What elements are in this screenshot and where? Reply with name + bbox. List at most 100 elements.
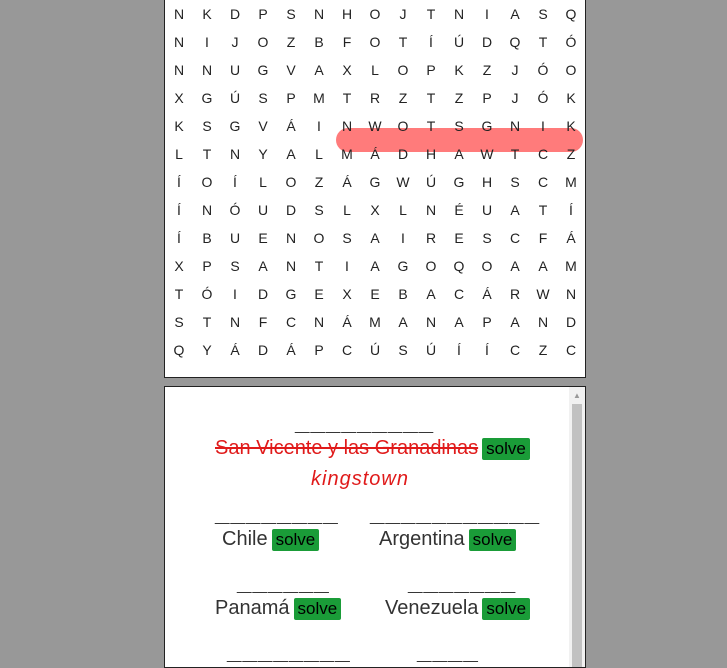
grid-letter-cell[interactable]: C bbox=[529, 168, 557, 196]
grid-letter-cell[interactable]: H bbox=[417, 140, 445, 168]
grid-letter-cell[interactable]: K bbox=[193, 0, 221, 28]
grid-letter-cell[interactable]: T bbox=[529, 196, 557, 224]
grid-letter-cell[interactable]: O bbox=[417, 252, 445, 280]
grid-letter-cell[interactable]: C bbox=[501, 224, 529, 252]
grid-letter-cell[interactable]: S bbox=[165, 308, 193, 336]
grid-letter-cell[interactable]: I bbox=[473, 0, 501, 28]
grid-letter-cell[interactable]: Ó bbox=[529, 56, 557, 84]
grid-letter-cell[interactable]: N bbox=[333, 112, 361, 140]
grid-letter-cell[interactable]: P bbox=[193, 252, 221, 280]
grid-letter-cell[interactable]: S bbox=[389, 336, 417, 364]
grid-letter-cell[interactable]: A bbox=[249, 252, 277, 280]
grid-letter-cell[interactable]: S bbox=[249, 84, 277, 112]
grid-letter-cell[interactable]: H bbox=[473, 168, 501, 196]
grid-letter-cell[interactable]: O bbox=[305, 224, 333, 252]
grid-letter-cell[interactable]: N bbox=[417, 308, 445, 336]
grid-letter-cell[interactable]: U bbox=[221, 224, 249, 252]
solve-button[interactable]: solve bbox=[271, 528, 320, 551]
grid-letter-cell[interactable]: S bbox=[445, 112, 473, 140]
grid-letter-cell[interactable]: Q bbox=[165, 336, 193, 364]
grid-letter-cell[interactable]: Á bbox=[221, 336, 249, 364]
grid-letter-cell[interactable]: V bbox=[277, 56, 305, 84]
grid-letter-cell[interactable]: O bbox=[557, 56, 585, 84]
solve-button[interactable]: solve bbox=[293, 597, 342, 620]
grid-letter-cell[interactable]: S bbox=[221, 252, 249, 280]
grid-letter-cell[interactable]: Á bbox=[473, 280, 501, 308]
grid-letter-cell[interactable]: A bbox=[445, 140, 473, 168]
grid-letter-cell[interactable]: P bbox=[473, 84, 501, 112]
grid-letter-cell[interactable]: S bbox=[305, 196, 333, 224]
grid-letter-cell[interactable]: L bbox=[249, 168, 277, 196]
grid-letter-cell[interactable]: U bbox=[473, 196, 501, 224]
grid-letter-cell[interactable]: Z bbox=[277, 28, 305, 56]
grid-letter-cell[interactable]: Í bbox=[165, 168, 193, 196]
grid-letter-cell[interactable]: N bbox=[305, 308, 333, 336]
grid-letter-cell[interactable]: Ú bbox=[417, 336, 445, 364]
grid-letter-cell[interactable]: Ó bbox=[557, 28, 585, 56]
grid-letter-cell[interactable]: R bbox=[501, 280, 529, 308]
grid-letter-cell[interactable]: Á bbox=[557, 224, 585, 252]
grid-letter-cell[interactable]: D bbox=[221, 0, 249, 28]
grid-letter-cell[interactable]: Q bbox=[557, 0, 585, 28]
grid-letter-cell[interactable]: G bbox=[277, 280, 305, 308]
grid-letter-cell[interactable]: N bbox=[557, 280, 585, 308]
grid-letter-cell[interactable]: Í bbox=[221, 168, 249, 196]
grid-letter-cell[interactable]: S bbox=[529, 0, 557, 28]
grid-letter-cell[interactable]: N bbox=[165, 56, 193, 84]
grid-letter-cell[interactable]: L bbox=[389, 196, 417, 224]
grid-letter-cell[interactable]: W bbox=[389, 168, 417, 196]
grid-letter-cell[interactable]: A bbox=[277, 140, 305, 168]
grid-letter-cell[interactable]: A bbox=[305, 56, 333, 84]
grid-letter-cell[interactable]: N bbox=[501, 112, 529, 140]
grid-letter-cell[interactable]: D bbox=[389, 140, 417, 168]
grid-letter-cell[interactable]: Ú bbox=[221, 84, 249, 112]
grid-letter-cell[interactable]: L bbox=[305, 140, 333, 168]
grid-letter-cell[interactable]: O bbox=[249, 28, 277, 56]
grid-letter-cell[interactable]: E bbox=[445, 224, 473, 252]
grid-letter-cell[interactable]: C bbox=[529, 140, 557, 168]
grid-letter-cell[interactable]: J bbox=[221, 28, 249, 56]
grid-letter-cell[interactable]: D bbox=[249, 336, 277, 364]
grid-letter-cell[interactable]: D bbox=[473, 28, 501, 56]
grid-letter-cell[interactable]: P bbox=[417, 56, 445, 84]
grid-letter-cell[interactable]: J bbox=[389, 0, 417, 28]
grid-letter-cell[interactable]: T bbox=[501, 140, 529, 168]
grid-letter-cell[interactable]: Z bbox=[473, 56, 501, 84]
grid-letter-cell[interactable]: O bbox=[361, 28, 389, 56]
grid-letter-cell[interactable]: M bbox=[361, 308, 389, 336]
grid-letter-cell[interactable]: Á bbox=[277, 112, 305, 140]
grid-letter-cell[interactable]: N bbox=[221, 140, 249, 168]
grid-letter-cell[interactable]: I bbox=[305, 112, 333, 140]
grid-letter-cell[interactable]: Q bbox=[445, 252, 473, 280]
grid-letter-cell[interactable]: G bbox=[221, 112, 249, 140]
grid-letter-cell[interactable]: C bbox=[557, 336, 585, 364]
grid-letter-cell[interactable]: F bbox=[249, 308, 277, 336]
grid-letter-cell[interactable]: M bbox=[305, 84, 333, 112]
grid-letter-cell[interactable]: B bbox=[389, 280, 417, 308]
grid-letter-cell[interactable]: I bbox=[529, 112, 557, 140]
grid-letter-cell[interactable]: Y bbox=[193, 336, 221, 364]
grid-letter-cell[interactable]: J bbox=[501, 84, 529, 112]
grid-letter-cell[interactable]: Z bbox=[529, 336, 557, 364]
grid-letter-cell[interactable]: C bbox=[333, 336, 361, 364]
grid-letter-cell[interactable]: X bbox=[165, 84, 193, 112]
grid-letter-cell[interactable]: G bbox=[361, 168, 389, 196]
solve-button[interactable]: solve bbox=[468, 528, 517, 551]
grid-letter-cell[interactable]: B bbox=[193, 224, 221, 252]
grid-letter-cell[interactable]: T bbox=[417, 112, 445, 140]
grid-letter-cell[interactable]: Z bbox=[445, 84, 473, 112]
grid-letter-cell[interactable]: A bbox=[501, 0, 529, 28]
grid-letter-cell[interactable]: T bbox=[529, 28, 557, 56]
grid-letter-cell[interactable]: A bbox=[361, 252, 389, 280]
grid-letter-cell[interactable]: N bbox=[277, 252, 305, 280]
grid-letter-cell[interactable]: P bbox=[277, 84, 305, 112]
grid-letter-cell[interactable]: Í bbox=[445, 336, 473, 364]
grid-letter-cell[interactable]: N bbox=[529, 308, 557, 336]
grid-letter-cell[interactable]: Í bbox=[165, 224, 193, 252]
grid-letter-cell[interactable]: W bbox=[473, 140, 501, 168]
grid-letter-cell[interactable]: E bbox=[305, 280, 333, 308]
grid-letter-cell[interactable]: W bbox=[529, 280, 557, 308]
grid-letter-cell[interactable]: N bbox=[193, 56, 221, 84]
grid-letter-cell[interactable]: S bbox=[333, 224, 361, 252]
scroll-up-arrow-icon[interactable]: ▲ bbox=[569, 389, 585, 403]
